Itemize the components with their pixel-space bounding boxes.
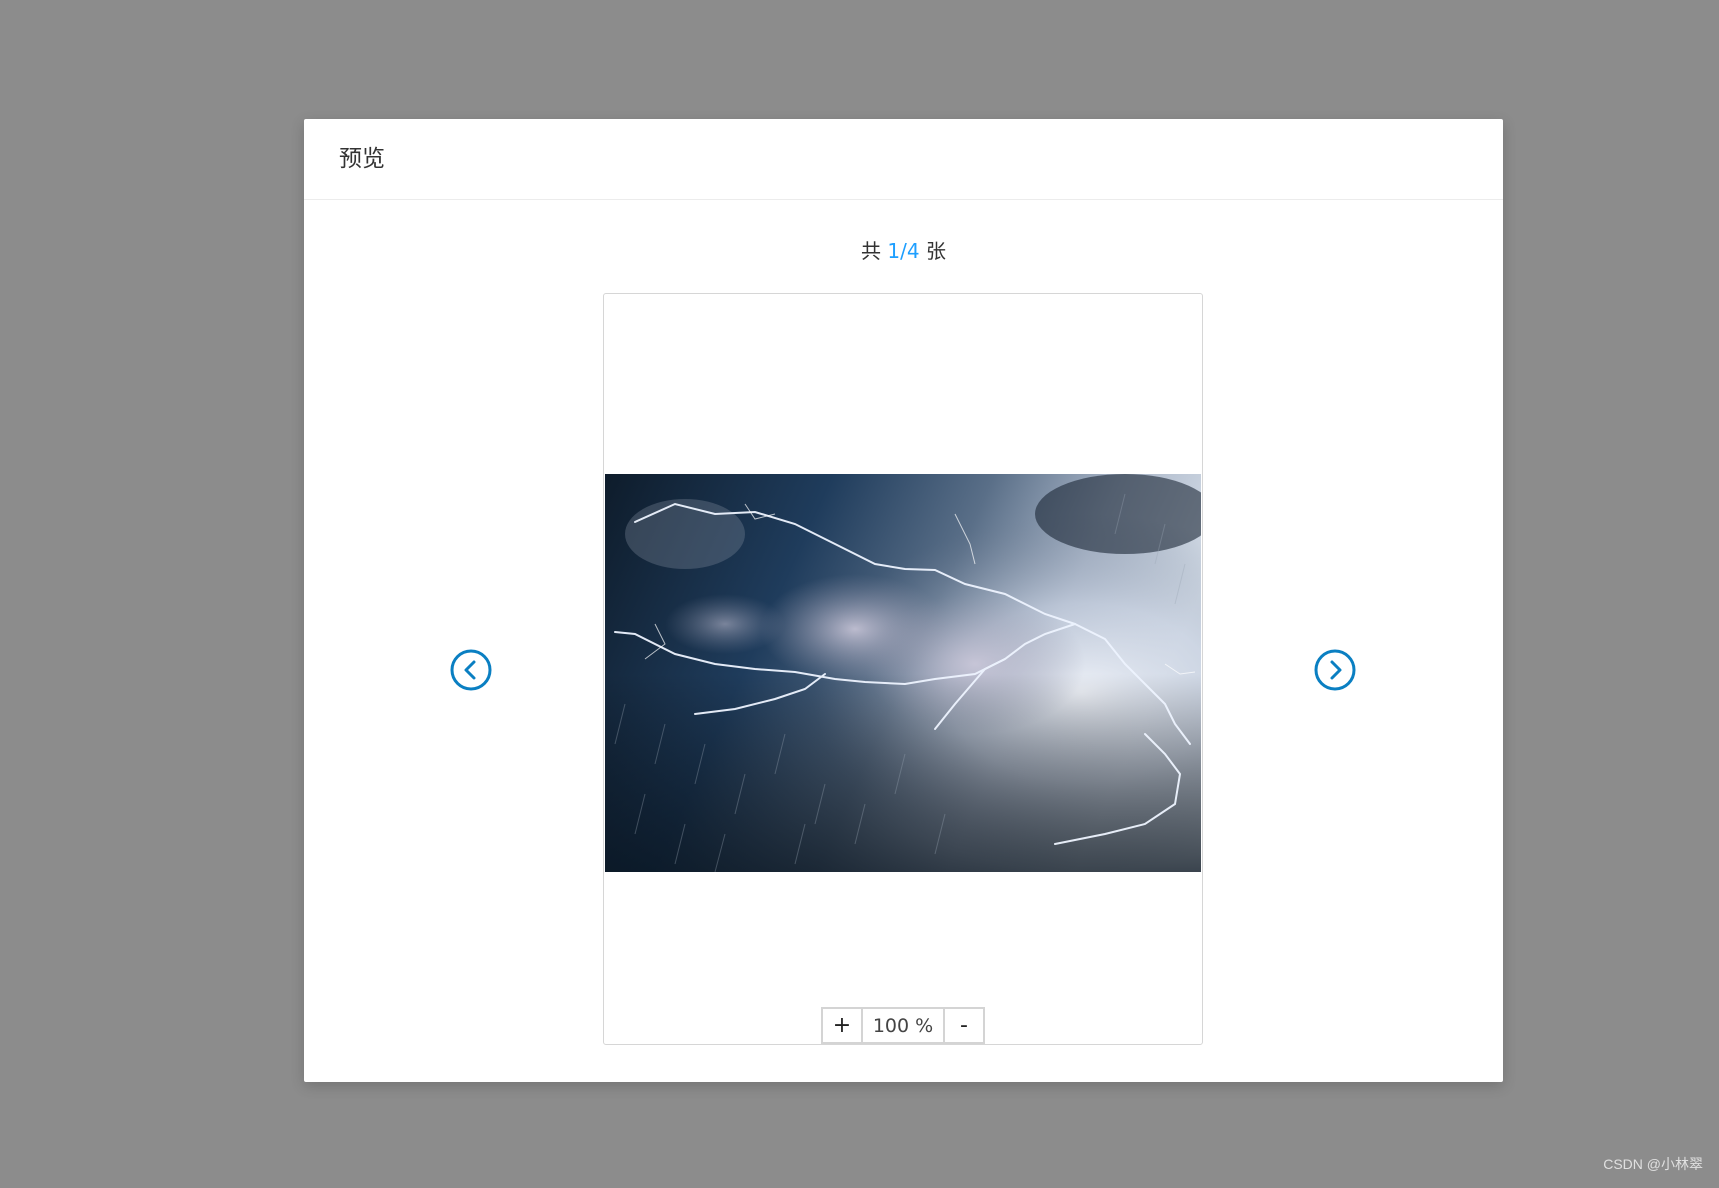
preview-dialog: 预览 共 1/4 张 + 100 % -	[304, 119, 1503, 1082]
watermark: CSDN @小林翠	[1603, 1156, 1703, 1172]
dialog-title: 预览	[339, 146, 385, 172]
chevron-left-circle-icon	[450, 649, 492, 691]
zoom-control: + 100 % -	[821, 1007, 985, 1044]
previous-image-button[interactable]	[450, 649, 492, 691]
dialog-header: 预览	[304, 119, 1503, 200]
counter-suffix: 张	[925, 239, 946, 263]
chevron-right-circle-icon	[1314, 649, 1356, 691]
preview-image	[605, 474, 1201, 872]
counter-prefix: 共	[861, 239, 882, 263]
zoom-in-button[interactable]: +	[823, 1009, 861, 1042]
next-image-button[interactable]	[1314, 649, 1356, 691]
zoom-level: 100 %	[861, 1009, 945, 1042]
image-viewer[interactable]	[603, 293, 1203, 1045]
counter-current: 1/4	[887, 239, 920, 263]
image-counter: 共 1/4 张	[304, 237, 1503, 265]
zoom-out-button[interactable]: -	[945, 1009, 983, 1042]
storm-photo	[605, 474, 1201, 872]
